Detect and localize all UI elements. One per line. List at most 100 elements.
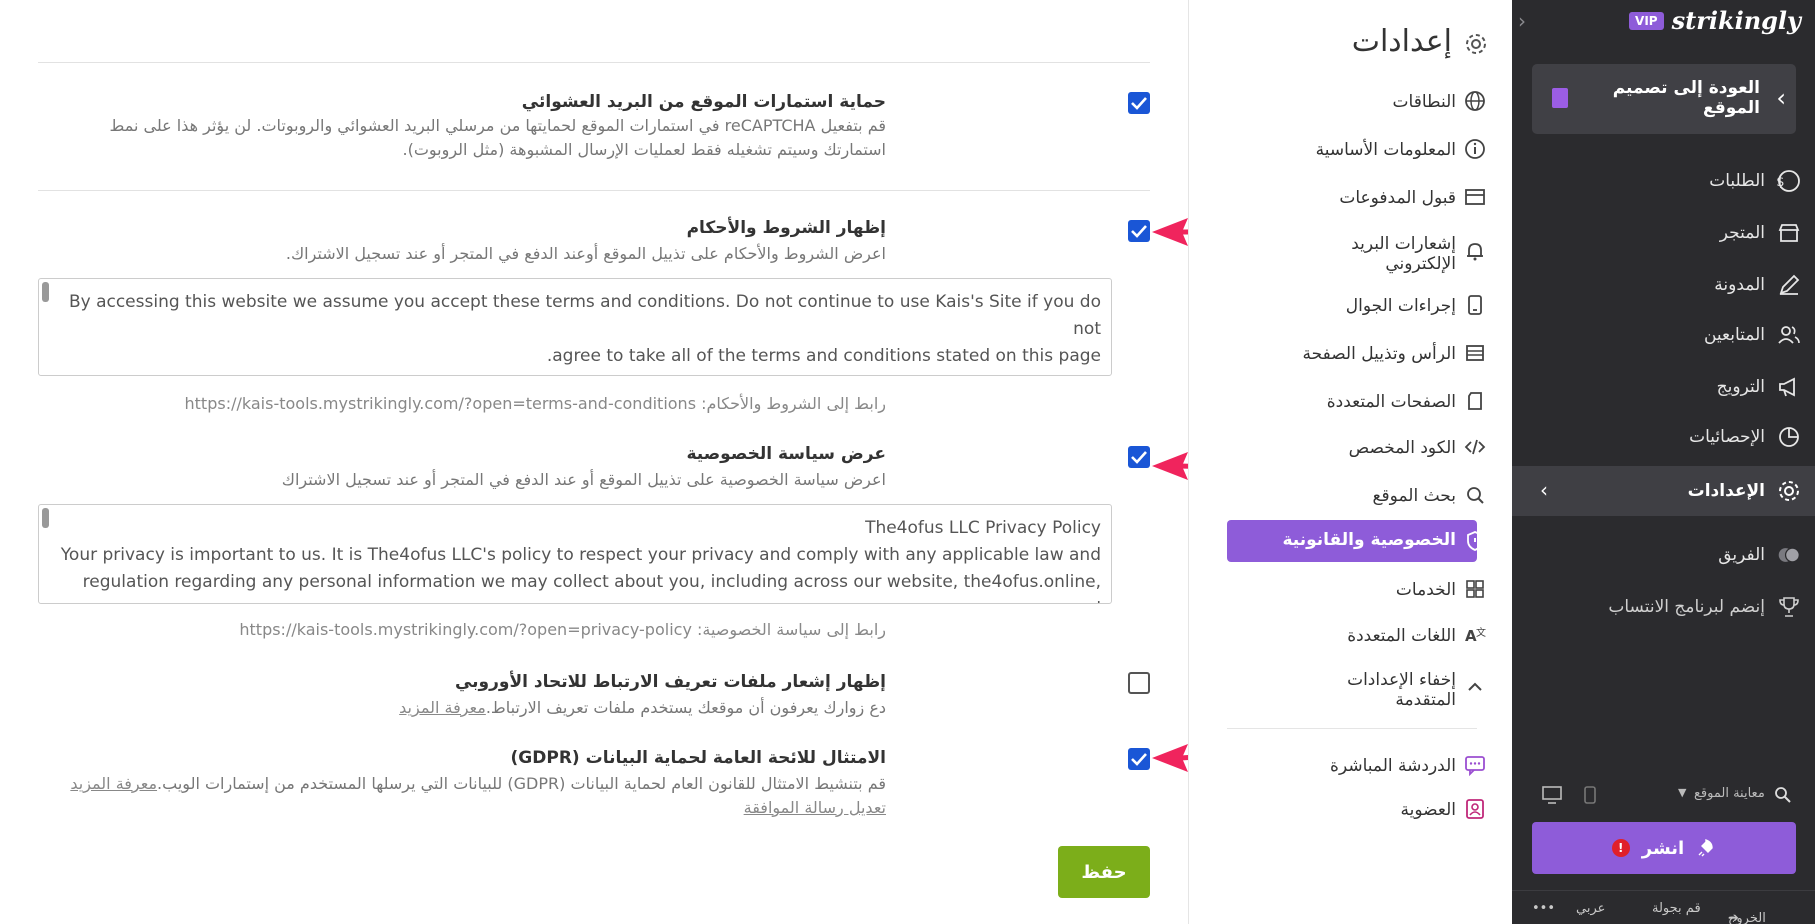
terms-description: اعرض الشروط والأحكام على تذييل الموقع أو…	[285, 244, 886, 263]
trophy-icon	[1777, 595, 1801, 619]
privacy-link: رابط إلى سياسة الخصوصية: https://kais-to…	[239, 620, 886, 639]
learn-more-link[interactable]: معرفة المزيد	[70, 774, 157, 793]
privacy-description: اعرض سياسة الخصوصية على تذييل الموقع أو …	[281, 470, 886, 489]
sidebar-item-statistics[interactable]: الإحصائيات	[1689, 422, 1801, 452]
sidebar-item-label: الفريق	[1718, 545, 1765, 565]
tour-link[interactable]: قم بجولة	[1652, 901, 1701, 916]
terms-checkbox[interactable]	[1128, 220, 1150, 242]
payment-icon	[1465, 189, 1485, 205]
settings-item-header-footer[interactable]: الرأس وتذييل الصفحة	[1303, 344, 1457, 364]
sidebar-item-team[interactable]: الفريق	[1718, 540, 1801, 570]
sidebar-item-label: إنضم لبرنامج الانتساب	[1608, 597, 1765, 617]
sidebar-item-label: الإحصائيات	[1689, 427, 1765, 447]
privacy-text-line: regulation regarding any personal inform…	[82, 572, 1101, 603]
mobile-icon[interactable]	[1584, 786, 1596, 804]
terms-link-url[interactable]: https://kais-tools.mystrikingly.com/?ope…	[185, 394, 697, 413]
privacy-text-line: Your privacy is important to us. It is T…	[60, 545, 1101, 565]
resize-grip[interactable]	[42, 282, 49, 302]
code-icon	[1464, 439, 1486, 455]
privacy-checkbox[interactable]	[1128, 446, 1150, 468]
sidebar-item-orders[interactable]: $ الطلبات	[1709, 166, 1801, 196]
publish-button[interactable]: ! انشر	[1532, 822, 1796, 874]
cookie-notice-checkbox[interactable]	[1128, 672, 1150, 694]
sidebar-item-settings[interactable]: الإعدادات	[1688, 476, 1801, 506]
privacy-link-url[interactable]: https://kais-tools.mystrikingly.com/?ope…	[239, 620, 692, 639]
privacy-textarea[interactable]: The4ofus LLC Privacy Policy Your privacy…	[38, 504, 1112, 604]
privacy-link-label: رابط إلى سياسة الخصوصية:	[697, 620, 886, 639]
settings-item-membership[interactable]: العضوية	[1401, 800, 1456, 820]
save-button[interactable]: حفظ	[1058, 846, 1150, 898]
gdpr-desc-text: قم بتنشيط الامتثال للقانون العام لحماية …	[157, 774, 886, 793]
settings-item-live-chat[interactable]: الدردشة المباشرة	[1330, 756, 1456, 776]
alert-icon: !	[1611, 839, 1630, 857]
sidebar-item-blog[interactable]: المدونة	[1714, 270, 1801, 300]
svg-text:$: $	[1777, 175, 1785, 190]
sidebar-item-promotion[interactable]: الترويج	[1717, 372, 1801, 402]
settings-item-basic-info[interactable]: المعلومات الأساسية	[1316, 140, 1456, 160]
settings-item-services[interactable]: الخدمات	[1396, 580, 1456, 600]
settings-item-multiple-pages[interactable]: الصفحات المتعددة	[1327, 392, 1456, 412]
gdpr-title: الامتثال للائحة العامة لحماية البيانات (…	[510, 748, 886, 768]
gear-icon	[1466, 34, 1486, 54]
avatars-icon	[1777, 543, 1801, 567]
info-icon	[1465, 139, 1485, 159]
app-sidebar: › VIP strikingly العودة إلى تصميم الموقع…	[1512, 0, 1815, 924]
cookie-notice-desc-text: دع زوارك يعرفون أن موقعك يستخدم ملفات تع…	[485, 698, 886, 717]
preview-site-label[interactable]: معاينة الموقع	[1694, 786, 1765, 801]
pen-icon	[1777, 273, 1801, 297]
sidebar-item-label: المتجر	[1719, 223, 1765, 243]
back-to-editor-button[interactable]: العودة إلى تصميم الموقع ‹	[1532, 64, 1796, 134]
settings-item-email-notifications[interactable]: إشعارات البريد الإلكتروني	[1316, 234, 1456, 274]
back-to-editor-label: العودة إلى تصميم الموقع	[1612, 78, 1760, 118]
resize-grip[interactable]	[42, 508, 49, 528]
privacy-title: عرض سياسة الخصوصية	[686, 444, 886, 464]
language-link[interactable]: عربي	[1576, 901, 1605, 916]
sidebar-item-followers[interactable]: المتابعين	[1704, 320, 1801, 350]
advanced-settings-toggle[interactable]: إخفاء الإعدادات المتقدمة	[1316, 670, 1456, 710]
search-icon	[1467, 487, 1484, 504]
gdpr-checkbox[interactable]	[1128, 748, 1150, 770]
learn-more-link[interactable]: معرفة المزيد	[399, 698, 486, 717]
divider	[1227, 728, 1477, 729]
settings-title: إعدادات	[1351, 24, 1452, 59]
svg-text:文: 文	[1476, 626, 1486, 639]
terms-link: رابط إلى الشروط والأحكام: https://kais-t…	[185, 394, 886, 413]
sidebar-item-label: المدونة	[1714, 275, 1765, 295]
settings-item-site-search[interactable]: بحث الموقع	[1373, 486, 1457, 506]
privacy-text-line: The4ofus LLC Privacy Policy	[865, 518, 1101, 538]
brand-name: strikingly	[1671, 6, 1801, 35]
dropdown-arrow-icon[interactable]: ▼	[1678, 786, 1686, 799]
settings-item-mobile-actions[interactable]: إجراءات الجوال	[1346, 296, 1456, 316]
sidebar-item-store[interactable]: المتجر	[1720, 218, 1801, 248]
spam-protection-title: حماية استمارات الموقع من البريد العشوائي	[521, 92, 886, 112]
chevron-left-icon: ‹	[1540, 478, 1548, 502]
preview-row: ▼ معاينة الموقع	[1532, 784, 1796, 808]
sidebar-item-label: المتابعين	[1703, 325, 1765, 345]
desktop-icon[interactable]	[1542, 786, 1562, 804]
sidebar-footer: ••• عربي قم بجولة الخروج ➔	[1512, 890, 1815, 924]
collapse-sidebar-icon[interactable]: ›	[1518, 10, 1534, 32]
spam-protection-checkbox[interactable]	[1128, 92, 1150, 114]
cookie-notice-title: إظهار إشعار ملفات تعريف الارتباط للاتحاد…	[454, 672, 886, 692]
pages-icon	[1468, 392, 1482, 410]
settings-item-custom-code[interactable]: الكود المخصص	[1349, 438, 1456, 458]
logo: VIP strikingly	[1629, 6, 1801, 35]
shield-icon	[1467, 531, 1483, 551]
gdpr-edit-row: تعديل رسالة الموافقة	[744, 796, 886, 820]
mobile-icon	[1468, 295, 1482, 315]
sidebar-item-affiliate[interactable]: إنضم لبرنامج الانتساب	[1608, 592, 1801, 622]
chat-icon	[1465, 756, 1485, 776]
terms-textarea[interactable]: By accessing this website we assume you …	[38, 278, 1112, 376]
member-icon	[1466, 799, 1484, 819]
cookie-notice-description: دع زوارك يعرفون أن موقعك يستخدم ملفات تع…	[399, 696, 886, 720]
sidebar-item-label: الطلبات	[1709, 171, 1765, 191]
edit-consent-link[interactable]: تعديل رسالة الموافقة	[744, 798, 886, 817]
settings-item-payments[interactable]: قبول المدفوعات	[1339, 188, 1456, 208]
chevron-left-icon: ‹	[1776, 84, 1786, 112]
settings-item-languages[interactable]: اللغات المتعددة	[1347, 626, 1456, 646]
more-icon[interactable]: •••	[1532, 901, 1555, 916]
privacy-settings-panel: حماية استمارات الموقع من البريد العشوائي…	[0, 0, 1391, 924]
divider	[38, 62, 1150, 63]
settings-item-domains[interactable]: النطاقات	[1393, 92, 1456, 112]
layout-icon	[1466, 345, 1484, 361]
